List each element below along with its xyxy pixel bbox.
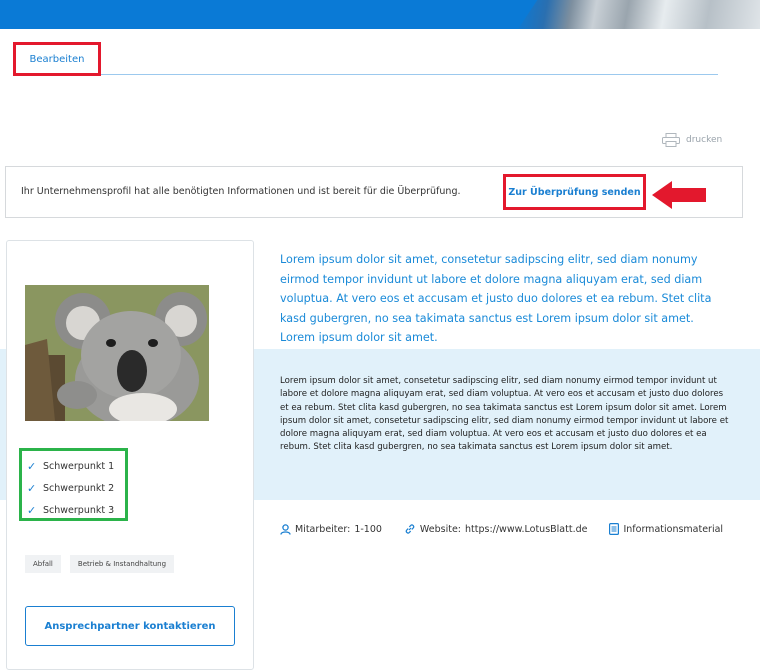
user-icon xyxy=(280,523,291,535)
employees-value: 1-100 xyxy=(354,523,382,535)
check-icon: ✓ xyxy=(27,459,37,473)
header-banner xyxy=(0,0,760,29)
employees-label: Mitarbeiter: xyxy=(295,523,351,535)
print-button[interactable]: drucken xyxy=(662,133,722,147)
material-fact[interactable]: Informationsmaterial xyxy=(609,523,723,535)
focus-item-label: Schwerpunkt 3 xyxy=(43,504,115,516)
tag-abfall[interactable]: Abfall xyxy=(25,555,61,573)
profile-card: ✓ Schwerpunkt 1 ✓ Schwerpunkt 2 ✓ Schwer… xyxy=(6,240,254,670)
tag-list: Abfall Betrieb & Instandhaltung xyxy=(25,555,175,573)
focus-item: ✓ Schwerpunkt 1 xyxy=(27,455,125,477)
document-icon xyxy=(609,523,620,535)
website-fact[interactable]: Website: https://www.LotusBlatt.de xyxy=(404,523,587,535)
tab-edit[interactable]: Bearbeiten xyxy=(13,42,101,76)
check-icon: ✓ xyxy=(27,503,37,517)
tag-betrieb[interactable]: Betrieb & Instandhaltung xyxy=(69,555,175,573)
intro-text: Lorem ipsum dolor sit amet, consetetur s… xyxy=(280,253,712,344)
printer-icon xyxy=(662,133,680,147)
focus-checklist: ✓ Schwerpunkt 1 ✓ Schwerpunkt 2 ✓ Schwer… xyxy=(19,448,128,521)
contact-button-label: Ansprechpartner kontaktieren xyxy=(44,620,216,632)
contact-button[interactable]: Ansprechpartner kontaktieren xyxy=(25,606,235,646)
focus-item: ✓ Schwerpunkt 3 xyxy=(27,499,125,521)
print-label: drucken xyxy=(686,135,723,145)
employees-fact: Mitarbeiter: 1-100 xyxy=(280,524,382,535)
focus-item: ✓ Schwerpunkt 2 xyxy=(27,477,125,499)
website-link[interactable]: https://www.LotusBlatt.de xyxy=(465,524,587,535)
submit-review-button[interactable]: Zur Überprüfung senden xyxy=(503,174,646,210)
website-label: Website: xyxy=(419,523,461,535)
link-icon xyxy=(404,523,416,535)
review-bar: Ihr Unternehmensprofil hat alle benötigt… xyxy=(5,166,743,218)
material-link[interactable]: Informationsmaterial xyxy=(623,524,723,535)
arrow-left-icon xyxy=(652,181,707,213)
focus-item-label: Schwerpunkt 2 xyxy=(43,482,115,494)
review-message: Ihr Unternehmensprofil hat alle benötigt… xyxy=(21,186,461,197)
check-icon: ✓ xyxy=(27,481,37,495)
focus-item-label: Schwerpunkt 1 xyxy=(43,460,115,472)
header-photo xyxy=(518,0,760,29)
tab-edit-label: Bearbeiten xyxy=(29,53,85,65)
submit-review-label: Zur Überprüfung senden xyxy=(508,186,641,198)
body-text: Lorem ipsum dolor sit amet, consetetur s… xyxy=(280,376,729,453)
tab-underline xyxy=(16,74,718,75)
profile-image xyxy=(25,285,209,421)
company-facts: Mitarbeiter: 1-100 Website: https://www.… xyxy=(280,523,723,535)
